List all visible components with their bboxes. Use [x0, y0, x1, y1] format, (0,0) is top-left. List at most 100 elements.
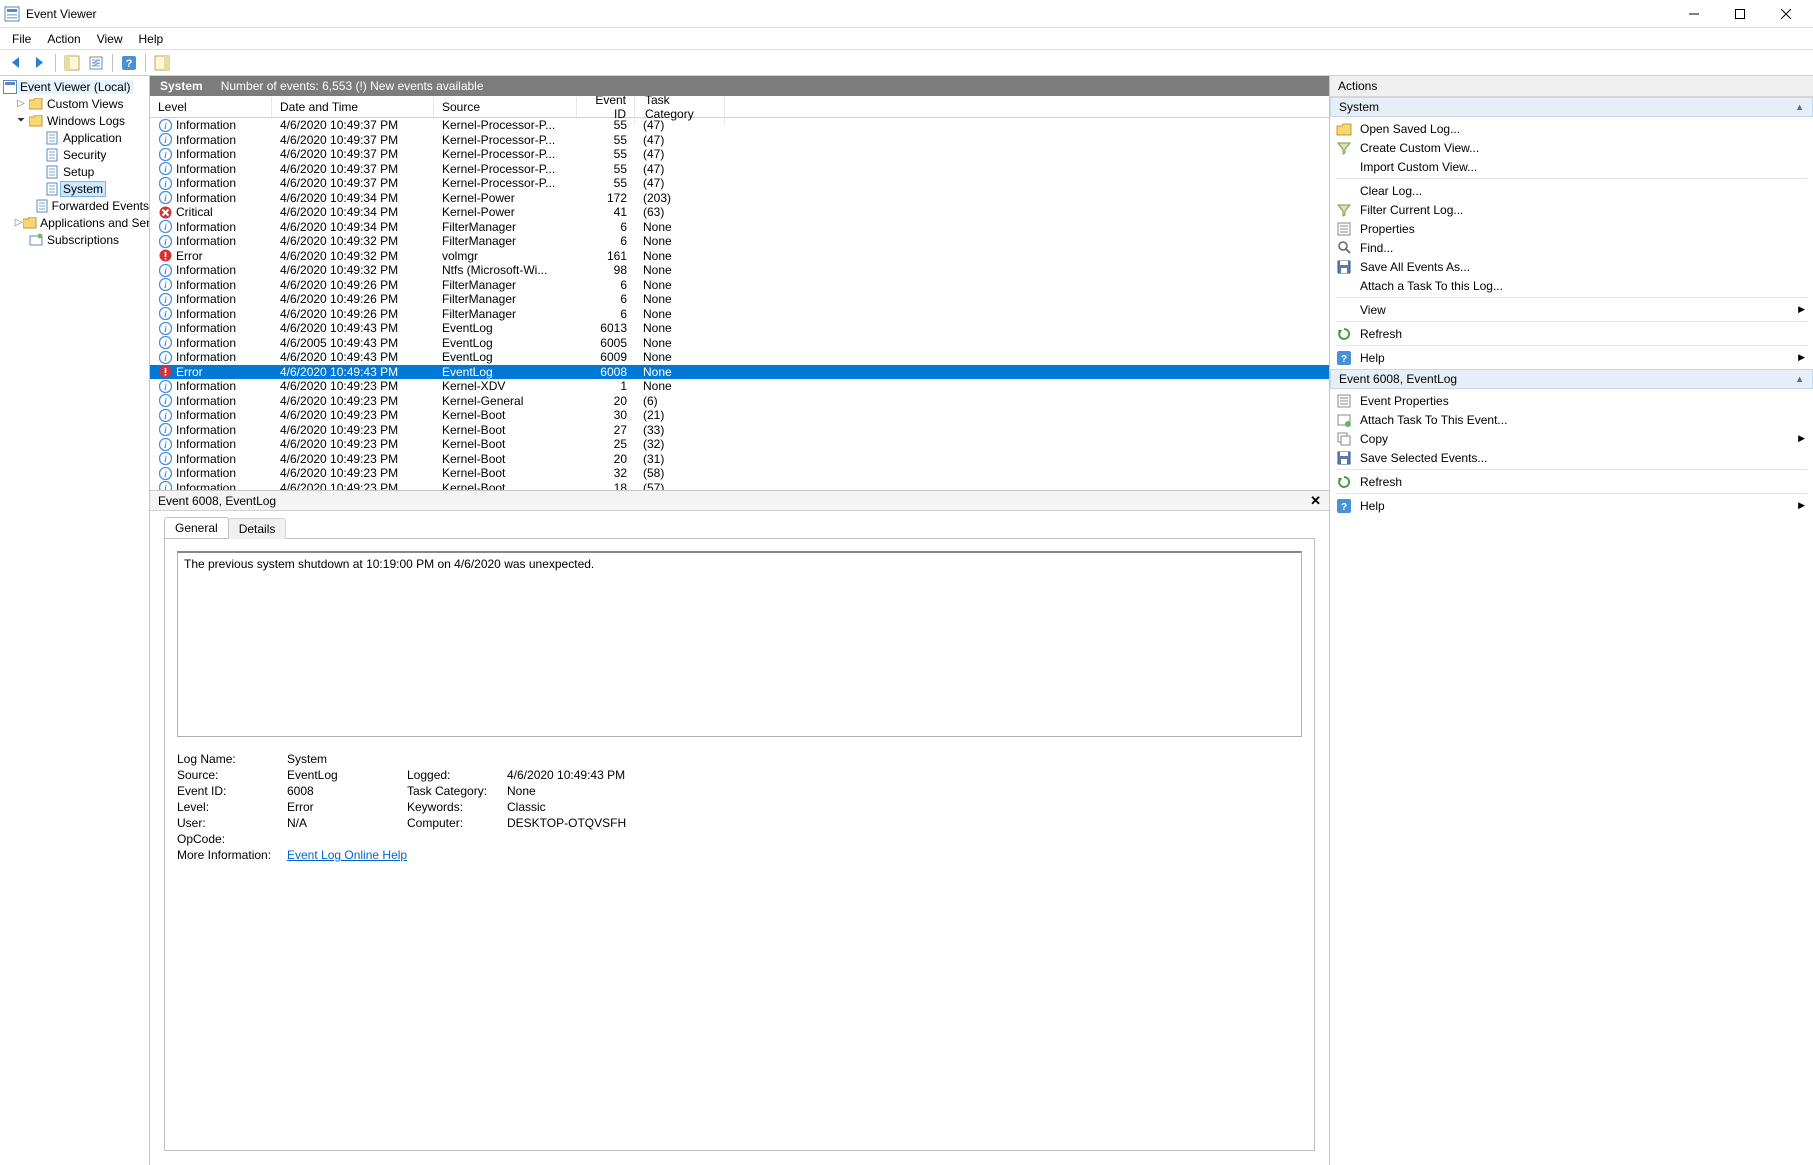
col-eventid[interactable]: Event ID [577, 96, 635, 124]
table-row[interactable]: iInformation4/6/2020 10:49:37 PMKernel-P… [150, 133, 1329, 148]
action-attach-a-task-to-this-log[interactable]: Attach a Task To this Log... [1330, 276, 1813, 295]
table-row[interactable]: Error4/6/2020 10:49:43 PMEventLog6008Non… [150, 365, 1329, 380]
log-icon [44, 147, 60, 163]
table-row[interactable]: iInformation4/6/2020 10:49:32 PMNtfs (Mi… [150, 263, 1329, 278]
action-refresh[interactable]: Refresh [1330, 324, 1813, 343]
tree-security[interactable]: Security [0, 146, 149, 163]
online-help-link[interactable]: Event Log Online Help [287, 848, 407, 862]
toolbar: ? [0, 50, 1813, 76]
export-list-button[interactable] [85, 52, 107, 74]
window-title: Event Viewer [26, 7, 96, 21]
chevron-right-icon[interactable]: ▷ [14, 217, 23, 228]
col-taskcat[interactable]: Task Category [635, 96, 725, 124]
table-row[interactable]: iInformation4/6/2020 10:49:23 PMKernel-B… [150, 408, 1329, 423]
chevron-right-icon[interactable]: ▷ [14, 98, 28, 109]
table-row[interactable]: iInformation4/6/2020 10:49:23 PMKernel-B… [150, 423, 1329, 438]
tree-application[interactable]: Application [0, 129, 149, 146]
save-icon [1336, 450, 1352, 466]
blank-icon [1336, 302, 1352, 318]
show-hide-tree-button[interactable] [61, 52, 83, 74]
tree-system[interactable]: System [0, 180, 149, 197]
action-filter-current-log[interactable]: Filter Current Log... [1330, 200, 1813, 219]
event-properties: Log Name:System Source:EventLog Logged:4… [177, 751, 1302, 863]
table-row[interactable]: iInformation4/6/2020 10:49:26 PMFilterMa… [150, 307, 1329, 322]
table-row[interactable]: iInformation4/6/2020 10:49:43 PMEventLog… [150, 350, 1329, 365]
events-grid[interactable]: Level Date and Time Source Event ID Task… [150, 96, 1329, 490]
menu-action[interactable]: Action [39, 30, 88, 48]
action-save-all-events-as[interactable]: Save All Events As... [1330, 257, 1813, 276]
action-copy[interactable]: Copy▶ [1330, 429, 1813, 448]
close-detail-button[interactable]: ✕ [1310, 493, 1321, 509]
table-row[interactable]: iInformation4/6/2020 10:49:32 PMFilterMa… [150, 234, 1329, 249]
chevron-down-icon[interactable]: ⏷ [14, 115, 28, 126]
help-toolbar-button[interactable]: ? [118, 52, 140, 74]
table-row[interactable]: iInformation4/6/2020 10:49:34 PMFilterMa… [150, 220, 1329, 235]
action-find[interactable]: Find... [1330, 238, 1813, 257]
table-row[interactable]: iInformation4/6/2020 10:49:34 PMKernel-P… [150, 191, 1329, 206]
refresh-icon [1336, 474, 1352, 490]
blank-icon [1336, 278, 1352, 294]
table-row[interactable]: iInformation4/6/2020 10:49:43 PMEventLog… [150, 321, 1329, 336]
action-event-properties[interactable]: Event Properties [1330, 391, 1813, 410]
tree-subscriptions[interactable]: Subscriptions [0, 231, 149, 248]
action-clear-log[interactable]: Clear Log... [1330, 181, 1813, 200]
table-row[interactable]: iInformation4/6/2005 10:49:43 PMEventLog… [150, 336, 1329, 351]
table-row[interactable]: Error4/6/2020 10:49:32 PMvolmgr161None [150, 249, 1329, 264]
actions-group-event[interactable]: Event 6008, EventLog ▲ [1330, 369, 1813, 389]
forward-button[interactable] [28, 52, 50, 74]
info-icon: i [158, 423, 172, 437]
info-icon: i [158, 162, 172, 176]
action-save-selected-events[interactable]: Save Selected Events... [1330, 448, 1813, 467]
minimize-button[interactable] [1671, 0, 1717, 28]
table-row[interactable]: iInformation4/6/2020 10:49:23 PMKernel-B… [150, 437, 1329, 452]
action-attach-task-to-this-event[interactable]: Attach Task To This Event... [1330, 410, 1813, 429]
menu-file[interactable]: File [4, 30, 39, 48]
action-help[interactable]: ?Help▶ [1330, 496, 1813, 515]
col-source[interactable]: Source [434, 97, 577, 117]
table-row[interactable]: iInformation4/6/2020 10:49:23 PMKernel-B… [150, 481, 1329, 491]
table-row[interactable]: iInformation4/6/2020 10:49:37 PMKernel-P… [150, 176, 1329, 191]
menu-help[interactable]: Help [131, 30, 172, 48]
table-row[interactable]: iInformation4/6/2020 10:49:37 PMKernel-P… [150, 147, 1329, 162]
col-level[interactable]: Level [150, 97, 272, 117]
table-row[interactable]: iInformation4/6/2020 10:49:23 PMKernel-B… [150, 452, 1329, 467]
table-row[interactable]: iInformation4/6/2020 10:49:26 PMFilterMa… [150, 278, 1329, 293]
maximize-button[interactable] [1717, 0, 1763, 28]
table-row[interactable]: iInformation4/6/2020 10:49:26 PMFilterMa… [150, 292, 1329, 307]
help-icon: ? [1336, 350, 1352, 366]
error-icon [158, 249, 172, 263]
tab-general[interactable]: General [164, 517, 229, 538]
table-row[interactable]: iInformation4/6/2020 10:49:23 PMKernel-B… [150, 466, 1329, 481]
action-refresh[interactable]: Refresh [1330, 472, 1813, 491]
table-row[interactable]: iInformation4/6/2020 10:49:37 PMKernel-P… [150, 162, 1329, 177]
action-properties[interactable]: Properties [1330, 219, 1813, 238]
info-icon: i [158, 292, 172, 306]
tree-setup[interactable]: Setup [0, 163, 149, 180]
table-row[interactable]: iInformation4/6/2020 10:49:37 PMKernel-P… [150, 118, 1329, 133]
navigation-tree: Event Viewer (Local) ▷ Custom Views ⏷ Wi… [0, 76, 150, 1165]
action-open-saved-log[interactable]: Open Saved Log... [1330, 119, 1813, 138]
close-button[interactable] [1763, 0, 1809, 28]
action-import-custom-view[interactable]: Import Custom View... [1330, 157, 1813, 176]
show-hide-action-pane-button[interactable] [151, 52, 173, 74]
app-icon [4, 6, 20, 22]
table-row[interactable]: iInformation4/6/2020 10:49:23 PMKernel-G… [150, 394, 1329, 409]
action-create-custom-view[interactable]: Create Custom View... [1330, 138, 1813, 157]
tree-windows-logs[interactable]: ⏷ Windows Logs [0, 112, 149, 129]
action-help[interactable]: ?Help▶ [1330, 348, 1813, 367]
tree-applications-services[interactable]: ▷ Applications and Services Logs [0, 214, 149, 231]
col-date[interactable]: Date and Time [272, 97, 434, 117]
tree-forwarded-events[interactable]: Forwarded Events [0, 197, 149, 214]
tree-custom-views[interactable]: ▷ Custom Views [0, 95, 149, 112]
log-icon [44, 130, 60, 146]
task-icon [1336, 412, 1352, 428]
table-row[interactable]: iInformation4/6/2020 10:49:23 PMKernel-X… [150, 379, 1329, 394]
action-view[interactable]: View▶ [1330, 300, 1813, 319]
menu-view[interactable]: View [89, 30, 131, 48]
copy-icon [1336, 431, 1352, 447]
tab-details[interactable]: Details [228, 518, 287, 539]
table-row[interactable]: Critical4/6/2020 10:49:34 PMKernel-Power… [150, 205, 1329, 220]
back-button[interactable] [4, 52, 26, 74]
tree-root[interactable]: Event Viewer (Local) [0, 78, 149, 95]
actions-group-system[interactable]: System ▲ [1330, 97, 1813, 117]
